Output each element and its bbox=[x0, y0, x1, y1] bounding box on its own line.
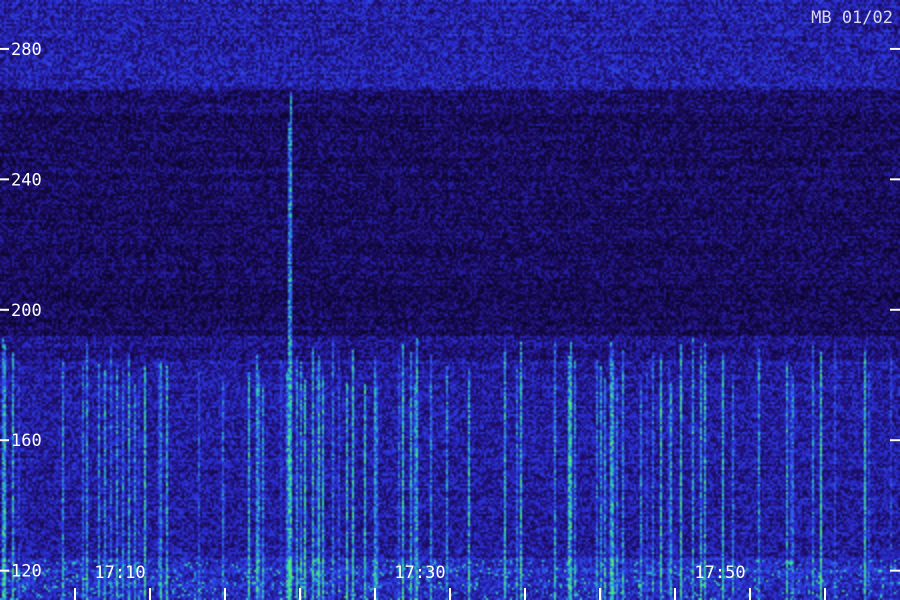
x-tick-label: 17:50 bbox=[694, 563, 745, 583]
y-tick-label: 200 bbox=[11, 301, 42, 321]
date-stamp: MB 01/02 bbox=[811, 8, 893, 28]
y-tick-label: 120 bbox=[11, 562, 42, 582]
x-tick-label: 17:10 bbox=[94, 563, 145, 583]
y-tick-label: 160 bbox=[11, 431, 42, 451]
x-tick-label: 17:30 bbox=[394, 563, 445, 583]
spectrogram-heatmap bbox=[0, 0, 900, 600]
y-tick-label: 280 bbox=[11, 40, 42, 60]
spectrogram-chart: 120 160 200 240 280 17:10 17:30 17:50 MB 01/02 bbox=[0, 0, 900, 600]
y-tick-label: 240 bbox=[11, 170, 42, 190]
